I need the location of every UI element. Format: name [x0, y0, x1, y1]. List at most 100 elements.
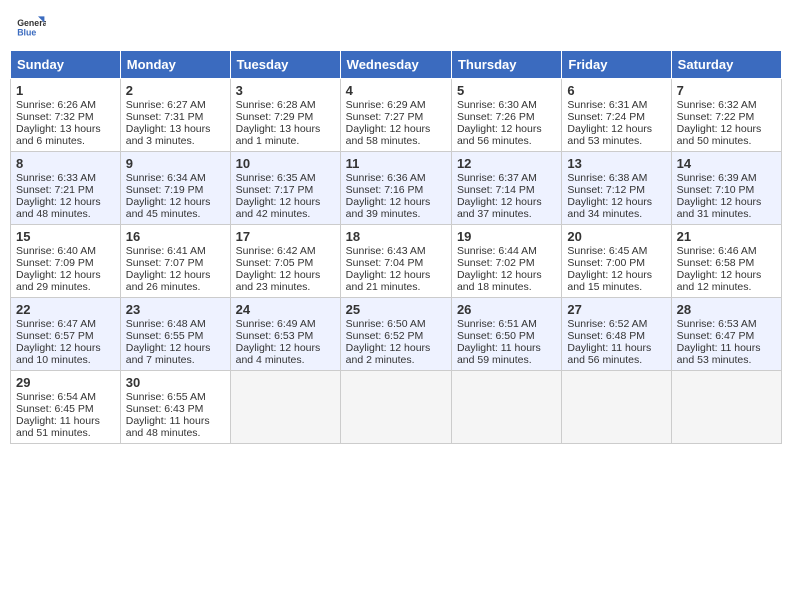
calendar-table: SundayMondayTuesdayWednesdayThursdayFrid… [10, 50, 782, 444]
calendar-cell: 6 Sunrise: 6:31 AM Sunset: 7:24 PM Dayli… [562, 79, 671, 152]
sunset-label: Sunset: 7:22 PM [677, 111, 755, 123]
daylight-label: Daylight: 13 hours and 1 minute. [236, 123, 321, 147]
calendar-cell: 7 Sunrise: 6:32 AM Sunset: 7:22 PM Dayli… [671, 79, 781, 152]
calendar-cell: 29 Sunrise: 6:54 AM Sunset: 6:45 PM Dayl… [11, 371, 121, 444]
calendar-cell: 25 Sunrise: 6:50 AM Sunset: 6:52 PM Dayl… [340, 298, 451, 371]
sunrise-label: Sunrise: 6:31 AM [567, 99, 647, 111]
sunrise-label: Sunrise: 6:46 AM [677, 245, 757, 257]
calendar-header-row: SundayMondayTuesdayWednesdayThursdayFrid… [11, 51, 782, 79]
day-number: 18 [346, 229, 446, 244]
sunrise-label: Sunrise: 6:42 AM [236, 245, 316, 257]
sunset-label: Sunset: 6:47 PM [677, 330, 755, 342]
calendar-cell: 15 Sunrise: 6:40 AM Sunset: 7:09 PM Dayl… [11, 225, 121, 298]
calendar-cell: 24 Sunrise: 6:49 AM Sunset: 6:53 PM Dayl… [230, 298, 340, 371]
daylight-label: Daylight: 12 hours and 29 minutes. [16, 269, 101, 293]
calendar-cell: 26 Sunrise: 6:51 AM Sunset: 6:50 PM Dayl… [451, 298, 561, 371]
daylight-label: Daylight: 12 hours and 23 minutes. [236, 269, 321, 293]
calendar-cell [230, 371, 340, 444]
sunrise-label: Sunrise: 6:45 AM [567, 245, 647, 257]
sunset-label: Sunset: 6:53 PM [236, 330, 314, 342]
calendar-cell: 12 Sunrise: 6:37 AM Sunset: 7:14 PM Dayl… [451, 152, 561, 225]
sunset-label: Sunset: 6:55 PM [126, 330, 204, 342]
calendar-cell: 3 Sunrise: 6:28 AM Sunset: 7:29 PM Dayli… [230, 79, 340, 152]
sunset-label: Sunset: 7:26 PM [457, 111, 535, 123]
day-number: 19 [457, 229, 556, 244]
day-number: 26 [457, 302, 556, 317]
day-number: 27 [567, 302, 665, 317]
sunrise-label: Sunrise: 6:33 AM [16, 172, 96, 184]
daylight-label: Daylight: 12 hours and 37 minutes. [457, 196, 542, 220]
daylight-label: Daylight: 12 hours and 34 minutes. [567, 196, 652, 220]
calendar-cell [562, 371, 671, 444]
day-number: 22 [16, 302, 115, 317]
calendar-cell: 4 Sunrise: 6:29 AM Sunset: 7:27 PM Dayli… [340, 79, 451, 152]
sunrise-label: Sunrise: 6:55 AM [126, 391, 206, 403]
sunrise-label: Sunrise: 6:49 AM [236, 318, 316, 330]
calendar-week-row: 22 Sunrise: 6:47 AM Sunset: 6:57 PM Dayl… [11, 298, 782, 371]
sunrise-label: Sunrise: 6:41 AM [126, 245, 206, 257]
sunset-label: Sunset: 7:29 PM [236, 111, 314, 123]
sunset-label: Sunset: 7:04 PM [346, 257, 424, 269]
day-number: 25 [346, 302, 446, 317]
sunrise-label: Sunrise: 6:34 AM [126, 172, 206, 184]
daylight-label: Daylight: 12 hours and 58 minutes. [346, 123, 431, 147]
calendar-cell: 28 Sunrise: 6:53 AM Sunset: 6:47 PM Dayl… [671, 298, 781, 371]
daylight-label: Daylight: 11 hours and 56 minutes. [567, 342, 651, 366]
sunrise-label: Sunrise: 6:43 AM [346, 245, 426, 257]
svg-text:Blue: Blue [17, 28, 36, 38]
calendar-cell [451, 371, 561, 444]
calendar-header-friday: Friday [562, 51, 671, 79]
calendar-cell: 9 Sunrise: 6:34 AM Sunset: 7:19 PM Dayli… [120, 152, 230, 225]
sunrise-label: Sunrise: 6:47 AM [16, 318, 96, 330]
sunset-label: Sunset: 7:17 PM [236, 184, 314, 196]
daylight-label: Daylight: 12 hours and 26 minutes. [126, 269, 211, 293]
sunrise-label: Sunrise: 6:37 AM [457, 172, 537, 184]
sunset-label: Sunset: 7:24 PM [567, 111, 645, 123]
day-number: 4 [346, 83, 446, 98]
sunrise-label: Sunrise: 6:36 AM [346, 172, 426, 184]
sunset-label: Sunset: 6:43 PM [126, 403, 204, 415]
daylight-label: Daylight: 12 hours and 31 minutes. [677, 196, 762, 220]
sunset-label: Sunset: 7:00 PM [567, 257, 645, 269]
day-number: 2 [126, 83, 225, 98]
daylight-label: Daylight: 12 hours and 48 minutes. [16, 196, 101, 220]
logo: General Blue [14, 10, 52, 42]
sunset-label: Sunset: 7:05 PM [236, 257, 314, 269]
day-number: 3 [236, 83, 335, 98]
daylight-label: Daylight: 13 hours and 6 minutes. [16, 123, 101, 147]
sunset-label: Sunset: 6:50 PM [457, 330, 535, 342]
page-header: General Blue [10, 10, 782, 42]
calendar-cell: 13 Sunrise: 6:38 AM Sunset: 7:12 PM Dayl… [562, 152, 671, 225]
calendar-cell [671, 371, 781, 444]
day-number: 11 [346, 156, 446, 171]
sunrise-label: Sunrise: 6:52 AM [567, 318, 647, 330]
sunrise-label: Sunrise: 6:50 AM [346, 318, 426, 330]
day-number: 24 [236, 302, 335, 317]
calendar-cell: 22 Sunrise: 6:47 AM Sunset: 6:57 PM Dayl… [11, 298, 121, 371]
sunrise-label: Sunrise: 6:38 AM [567, 172, 647, 184]
calendar-cell: 23 Sunrise: 6:48 AM Sunset: 6:55 PM Dayl… [120, 298, 230, 371]
calendar-cell: 5 Sunrise: 6:30 AM Sunset: 7:26 PM Dayli… [451, 79, 561, 152]
day-number: 10 [236, 156, 335, 171]
sunset-label: Sunset: 7:07 PM [126, 257, 204, 269]
calendar-cell: 27 Sunrise: 6:52 AM Sunset: 6:48 PM Dayl… [562, 298, 671, 371]
day-number: 15 [16, 229, 115, 244]
calendar-header-saturday: Saturday [671, 51, 781, 79]
sunrise-label: Sunrise: 6:27 AM [126, 99, 206, 111]
calendar-cell: 8 Sunrise: 6:33 AM Sunset: 7:21 PM Dayli… [11, 152, 121, 225]
sunset-label: Sunset: 7:14 PM [457, 184, 535, 196]
sunset-label: Sunset: 6:57 PM [16, 330, 94, 342]
calendar-cell: 18 Sunrise: 6:43 AM Sunset: 7:04 PM Dayl… [340, 225, 451, 298]
daylight-label: Daylight: 12 hours and 2 minutes. [346, 342, 431, 366]
sunset-label: Sunset: 7:19 PM [126, 184, 204, 196]
sunrise-label: Sunrise: 6:30 AM [457, 99, 537, 111]
day-number: 30 [126, 375, 225, 390]
day-number: 5 [457, 83, 556, 98]
day-number: 6 [567, 83, 665, 98]
day-number: 13 [567, 156, 665, 171]
day-number: 23 [126, 302, 225, 317]
calendar-header-sunday: Sunday [11, 51, 121, 79]
sunset-label: Sunset: 7:02 PM [457, 257, 535, 269]
daylight-label: Daylight: 12 hours and 7 minutes. [126, 342, 211, 366]
sunset-label: Sunset: 7:31 PM [126, 111, 204, 123]
